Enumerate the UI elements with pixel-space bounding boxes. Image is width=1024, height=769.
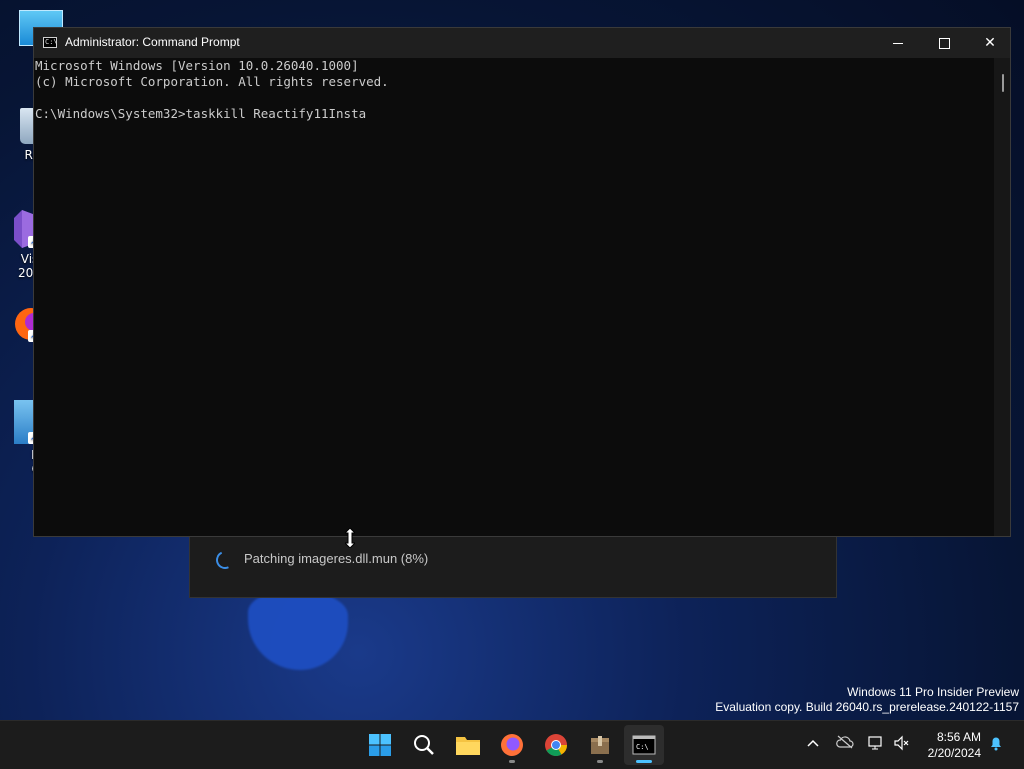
running-indicator xyxy=(597,760,603,763)
cloud-offline-icon[interactable] xyxy=(836,735,854,753)
console-icon: C:\ xyxy=(43,37,58,48)
window-title: Administrator: Command Prompt xyxy=(65,35,240,49)
watermark-edition: Windows 11 Pro Insider Preview xyxy=(847,685,1019,699)
command-prompt-taskbar-button[interactable]: C:\ xyxy=(624,725,664,765)
running-indicator xyxy=(509,760,515,763)
firefox-button[interactable] xyxy=(492,725,532,765)
chevron-up-icon[interactable] xyxy=(804,735,822,753)
active-indicator xyxy=(636,760,652,763)
installer-status-text: Patching imageres.dll.mun (8%) xyxy=(244,551,429,566)
system-clock[interactable]: 8:56 AM 2/20/2024 xyxy=(928,729,981,761)
scrollbar-thumb[interactable] xyxy=(1002,74,1004,92)
close-icon: ✕ xyxy=(984,35,996,51)
watermark-build: Evaluation copy. Build 26040.rs_prerelea… xyxy=(715,700,1019,714)
close-button[interactable]: ✕ xyxy=(967,28,1013,58)
network-icon[interactable] xyxy=(867,735,885,753)
start-icon xyxy=(369,734,391,756)
file-explorer-icon xyxy=(456,737,480,755)
firefox-icon xyxy=(501,734,523,756)
resize-cursor-icon xyxy=(345,528,355,548)
maximize-button[interactable] xyxy=(921,28,967,58)
clock-date: 2/20/2024 xyxy=(927,746,981,760)
wallpaper-shape xyxy=(248,592,348,670)
console-line: C:\Windows\System32>taskkill Reactify11I… xyxy=(35,106,367,121)
minimize-button[interactable] xyxy=(875,28,921,58)
clock-time: 8:56 AM xyxy=(936,730,981,744)
terminal-icon: C:\ xyxy=(632,735,656,755)
search-button[interactable] xyxy=(404,725,444,765)
command-prompt-window[interactable]: C:\ Administrator: Command Prompt ✕ Micr… xyxy=(33,27,1011,537)
console-line: Microsoft Windows [Version 10.0.26040.10… xyxy=(35,58,359,73)
loading-spinner-icon xyxy=(213,548,237,572)
console-line: (c) Microsoft Corporation. All rights re… xyxy=(35,74,389,89)
title-bar[interactable]: C:\ Administrator: Command Prompt ✕ xyxy=(34,28,1010,58)
chrome-icon xyxy=(545,734,567,756)
minimize-icon xyxy=(893,42,903,44)
maximize-icon xyxy=(938,37,950,49)
search-icon xyxy=(414,735,434,755)
start-button[interactable] xyxy=(360,725,400,765)
file-explorer-button[interactable] xyxy=(448,725,488,765)
notification-bell-icon[interactable] xyxy=(987,735,1005,753)
svg-text:C:\: C:\ xyxy=(636,743,649,751)
console-output[interactable]: Microsoft Windows [Version 10.0.26040.10… xyxy=(34,58,994,536)
taskbar: C:\ 8:56 AM 2/20/2024 xyxy=(0,720,1024,769)
chrome-button[interactable] xyxy=(536,725,576,765)
volume-muted-icon[interactable] xyxy=(893,735,911,753)
installer-app-icon xyxy=(591,736,609,754)
windows-watermark: Windows 11 Pro Insider Preview Evaluatio… xyxy=(715,685,1019,715)
scrollbar[interactable] xyxy=(994,58,1010,536)
installer-app-button[interactable] xyxy=(580,725,620,765)
